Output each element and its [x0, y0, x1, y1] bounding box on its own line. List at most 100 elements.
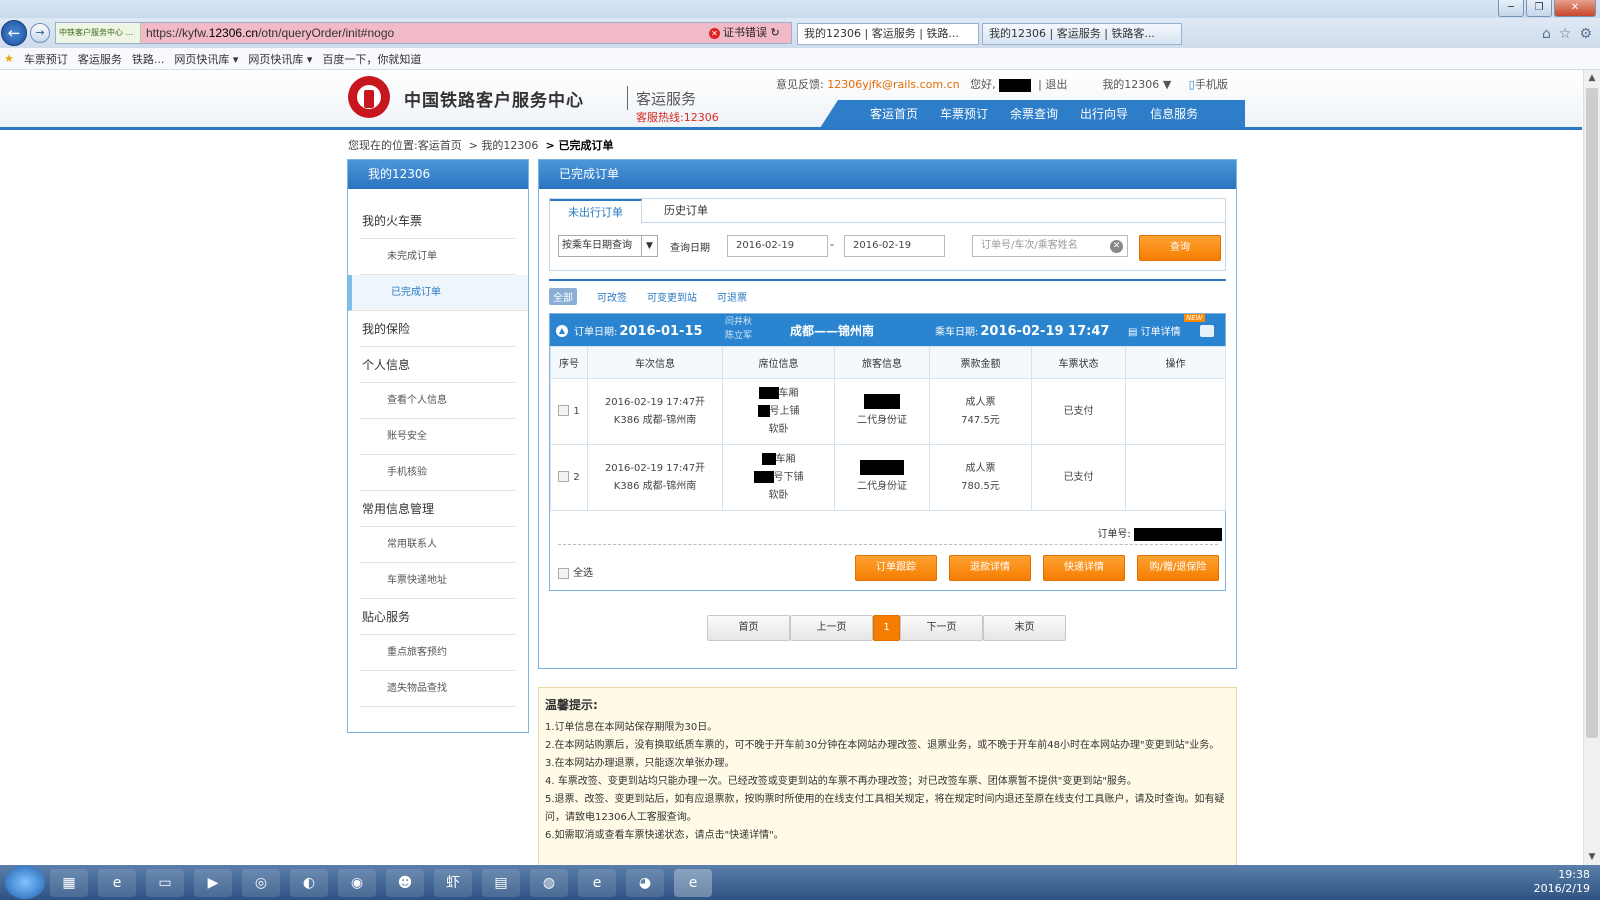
railway-logo-icon[interactable]: [348, 76, 390, 118]
sidebar-item-lost-items[interactable]: 遗失物品查找: [360, 671, 516, 707]
chevron-down-icon[interactable]: ▼: [641, 236, 657, 256]
site-identity[interactable]: 中铁客户服务中心 ...: [56, 23, 141, 43]
select-all[interactable]: 全选: [558, 564, 593, 579]
filter-refundable[interactable]: 可退票: [717, 289, 747, 304]
nav-booking[interactable]: 车票预订: [940, 100, 988, 128]
scroll-down-icon[interactable]: ▼: [1584, 849, 1600, 865]
date-from-input[interactable]: 2016-02-19: [727, 235, 828, 257]
sidebar-item-view-profile[interactable]: 查看个人信息: [360, 383, 516, 419]
sidebar-section-insurance[interactable]: 我的保险: [360, 311, 516, 347]
filter-changeable[interactable]: 可改签: [597, 289, 627, 304]
breadcrumb-my12306[interactable]: > 我的12306: [469, 139, 539, 152]
calculator-icon[interactable]: ▤: [482, 869, 520, 897]
ie-icon[interactable]: e: [98, 869, 136, 897]
ie-icon[interactable]: e: [578, 869, 616, 897]
scroll-up-icon[interactable]: ▲: [1584, 70, 1600, 86]
app-icon[interactable]: ◐: [290, 869, 328, 897]
sidebar-item-account-security[interactable]: 账号安全: [360, 419, 516, 455]
print-icon[interactable]: [1200, 325, 1214, 337]
keyword-search-input[interactable]: 订单号/车次/乘客姓名 ✕: [972, 235, 1128, 257]
home-icon[interactable]: ⌂: [1542, 26, 1551, 42]
feedback-email-link[interactable]: 12306yjfk@rails.com.cn: [827, 78, 959, 91]
order-tracking-button[interactable]: 订单跟踪: [855, 555, 937, 581]
close-window-button[interactable]: ✕: [1554, 0, 1596, 17]
collapse-icon[interactable]: ▲: [556, 325, 568, 337]
select-all-checkbox[interactable]: [558, 567, 569, 579]
sidebar-item-finished-orders[interactable]: 已完成订单: [348, 275, 528, 311]
sidebar-item-contacts[interactable]: 常用联系人: [360, 527, 516, 563]
address-bar[interactable]: 中铁客户服务中心 ... https://kyfw.12306.cn/otn/q…: [55, 22, 792, 44]
filter-change-station[interactable]: 可变更到站: [647, 289, 697, 304]
clear-icon[interactable]: ✕: [1110, 240, 1123, 253]
favorites-star-icon[interactable]: ☆: [1559, 26, 1572, 42]
sidebar-item-key-passenger[interactable]: 重点旅客预约: [360, 635, 516, 671]
page-first[interactable]: 首页: [707, 615, 790, 641]
refund-detail-button[interactable]: 退款详情: [949, 555, 1031, 581]
browser-tab-1[interactable]: 我的12306 | 客运服务 | 铁路...: [797, 23, 979, 45]
clock-date[interactable]: 2016/2/19: [1534, 882, 1590, 895]
chrome-icon[interactable]: ◕: [626, 869, 664, 897]
fav-item[interactable]: 铁路...: [132, 51, 165, 67]
cert-error-indicator[interactable]: ✕ 证书错误 ↻: [709, 23, 791, 43]
mobile-link[interactable]: 手机版: [1195, 78, 1228, 91]
delivery-detail-button[interactable]: 快递详情: [1043, 555, 1125, 581]
sidebar-item-unfinished-orders[interactable]: 未完成订单: [360, 239, 516, 275]
qq-icon[interactable]: ☻: [386, 869, 424, 897]
url-text[interactable]: https://kyfw.12306.cn/otn/queryOrder/ini…: [141, 23, 709, 43]
row-checkbox[interactable]: [558, 471, 570, 482]
nav-travel-guide[interactable]: 出行向导: [1080, 100, 1128, 128]
ie-icon[interactable]: e: [674, 869, 712, 897]
tip-item: 4. 车票改签、变更到站均只能办理一次。已经改签或变更到站的车票不再办理改签；对…: [545, 776, 1137, 787]
breadcrumb-home[interactable]: 客运首页: [418, 139, 462, 152]
fav-item[interactable]: 百度一下，你就知道: [322, 51, 421, 67]
app-icon[interactable]: ◎: [242, 869, 280, 897]
sidebar-section-common-info[interactable]: 常用信息管理: [360, 491, 516, 527]
date-to-input[interactable]: 2016-02-19: [844, 235, 945, 257]
order-detail-link[interactable]: ▤ 订单详情: [1128, 323, 1181, 338]
fav-item[interactable]: 车票预订: [24, 51, 68, 67]
insurance-button[interactable]: 购/赠/退保险: [1137, 555, 1219, 581]
app-icon[interactable]: 虾: [434, 869, 472, 897]
page-next[interactable]: 下一页: [900, 615, 983, 641]
favorites-star-icon[interactable]: ★: [4, 52, 14, 65]
logout-link[interactable]: 退出: [1045, 78, 1067, 91]
forward-button[interactable]: →: [30, 23, 50, 43]
fav-item[interactable]: 网页快讯库 ▾: [248, 51, 312, 67]
nav-ticket-query[interactable]: 余票查询: [1010, 100, 1058, 128]
minimize-button[interactable]: ─: [1498, 0, 1524, 17]
folder-icon[interactable]: ▭: [146, 869, 184, 897]
query-button[interactable]: 查询: [1139, 235, 1221, 261]
tab-history-orders[interactable]: 历史订单: [642, 199, 730, 223]
sidebar-section-tickets[interactable]: 我的火车票: [360, 203, 516, 239]
query-mode-select[interactable]: 按乘车日期查询 ▼: [558, 235, 658, 257]
page-current[interactable]: 1: [873, 615, 900, 641]
vertical-scrollbar[interactable]: ▲ ▼: [1583, 70, 1600, 865]
gear-icon[interactable]: ⚙: [1579, 26, 1592, 42]
sidebar-section-personal[interactable]: 个人信息: [360, 347, 516, 383]
my12306-menu[interactable]: 我的12306: [1102, 78, 1159, 91]
sidebar-section-services[interactable]: 贴心服务: [360, 599, 516, 635]
back-button[interactable]: ←: [1, 20, 27, 46]
media-player-icon[interactable]: ▶: [194, 869, 232, 897]
main-nav: 客运首页 车票预订 余票查询 出行向导 信息服务: [820, 100, 1245, 128]
row-checkbox[interactable]: [558, 405, 570, 416]
start-button[interactable]: [5, 866, 45, 899]
sidebar-item-delivery-address[interactable]: 车票快递地址: [360, 563, 516, 599]
caret-down-icon[interactable]: ▼: [1163, 78, 1171, 91]
fav-item[interactable]: 客运服务: [78, 51, 122, 67]
app-icon[interactable]: ▦: [50, 869, 88, 897]
nav-home[interactable]: 客运首页: [870, 100, 918, 128]
scroll-thumb[interactable]: [1586, 88, 1598, 738]
filter-all[interactable]: 全部: [549, 288, 577, 305]
nav-info-service[interactable]: 信息服务: [1150, 100, 1198, 128]
tab-upcoming-orders[interactable]: 未出行订单: [550, 199, 642, 224]
browser-tab-2[interactable]: 我的12306 | 客运服务 | 铁路客...: [982, 23, 1182, 45]
clock-time[interactable]: 19:38: [1558, 868, 1590, 881]
firefox-icon[interactable]: ◍: [530, 869, 568, 897]
maximize-button[interactable]: ❐: [1526, 0, 1552, 17]
fav-item[interactable]: 网页快讯库 ▾: [174, 51, 238, 67]
page-last[interactable]: 末页: [983, 615, 1066, 641]
app-icon[interactable]: ◉: [338, 869, 376, 897]
sidebar-item-phone-verify[interactable]: 手机核验: [360, 455, 516, 491]
page-prev[interactable]: 上一页: [790, 615, 873, 641]
